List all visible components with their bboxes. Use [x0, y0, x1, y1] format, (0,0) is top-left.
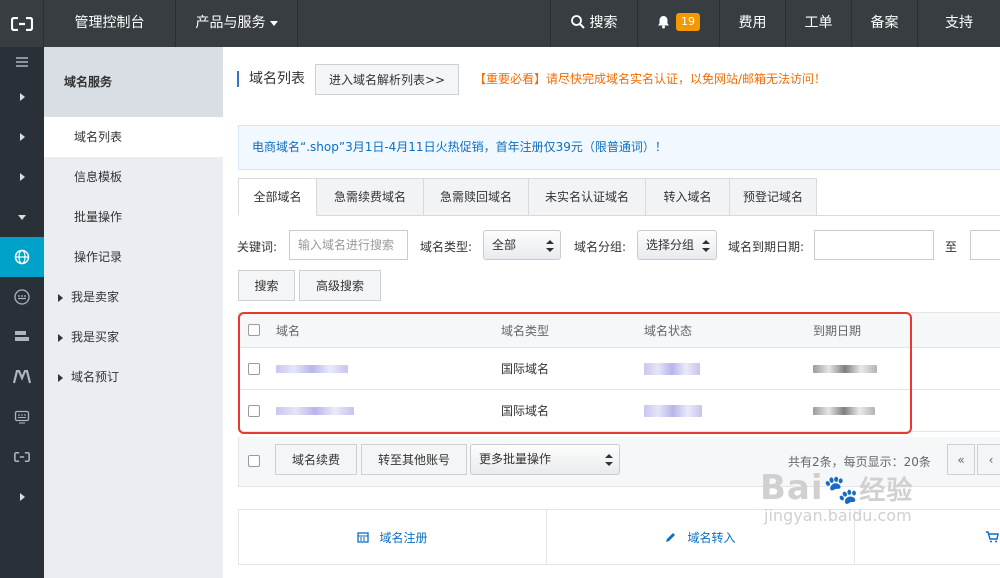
- beian-link[interactable]: 备案: [852, 0, 918, 47]
- rail-expand-4[interactable]: [0, 477, 44, 517]
- batch-select-value: 更多批量操作: [479, 452, 552, 466]
- tab-redeem[interactable]: 急需赎回域名: [423, 178, 529, 216]
- keyword-input[interactable]: 输入域名进行搜索: [289, 230, 408, 260]
- sidebar-title: 域名服务: [44, 47, 223, 117]
- pencil-icon: [666, 533, 676, 542]
- caret-right-icon: [19, 173, 25, 181]
- domain-tabs: 全部域名 急需续费域名 急需赎回域名 未实名认证域名 转入域名 预登记域名: [238, 178, 1000, 216]
- advanced-search-button[interactable]: 高级搜索: [299, 270, 381, 301]
- rail-expand-1[interactable]: [0, 77, 44, 117]
- sidebar-item-batch[interactable]: 批量操作: [44, 197, 223, 237]
- caret-right-icon: [19, 133, 25, 141]
- rail-host[interactable]: [0, 317, 44, 357]
- monitor-icon: [14, 410, 30, 424]
- caret-right-icon: [19, 93, 25, 101]
- expire-end-input[interactable]: [970, 230, 1000, 260]
- icon-rail: [0, 47, 44, 578]
- type-select-value: 全部: [492, 238, 517, 252]
- notification-count-badge: 19: [676, 13, 700, 31]
- type-select[interactable]: 全部: [483, 230, 561, 260]
- aliyun-icon: [14, 452, 30, 462]
- caret-right-icon: [19, 493, 25, 501]
- expire-label: 域名到期日期:: [728, 240, 805, 254]
- keyword-label: 关键词:: [237, 240, 278, 254]
- tab-transfer-in[interactable]: 转入域名: [645, 178, 730, 216]
- dns-list-button[interactable]: 进入域名解析列表>>: [315, 64, 459, 95]
- ticket-link[interactable]: 工单: [786, 0, 852, 47]
- console-link[interactable]: 管理控制台: [44, 0, 176, 47]
- menu-toggle-icon[interactable]: [0, 47, 44, 77]
- sidebar-item-booking[interactable]: 域名预订: [44, 357, 223, 397]
- sidebar-item-label: 域名预订: [71, 370, 120, 384]
- notifications-button[interactable]: 19: [638, 0, 720, 47]
- search-button[interactable]: 搜索: [550, 0, 638, 47]
- transfer-account-button[interactable]: 转至其他账号: [361, 444, 467, 475]
- aliyun-logo-icon[interactable]: [0, 0, 44, 47]
- sidebar-item-logs[interactable]: 操作记录: [44, 237, 223, 277]
- type-label: 域名类型:: [420, 240, 473, 254]
- support-link[interactable]: 支持: [918, 0, 1000, 47]
- sidebar-item-domain-list[interactable]: 域名列表: [44, 117, 223, 157]
- rail-expand-3[interactable]: [0, 157, 44, 197]
- caret-right-icon: [58, 333, 63, 342]
- register-domain-button[interactable]: 域名注册: [239, 510, 547, 564]
- dns-icon: [14, 289, 30, 305]
- rail-mail[interactable]: [0, 357, 44, 397]
- renew-button[interactable]: 域名续费: [275, 444, 357, 475]
- chevron-down-icon: [269, 20, 278, 26]
- server-icon: [15, 331, 29, 341]
- transfer-in-label: 域名转入: [687, 530, 736, 545]
- baidu-jingyan-watermark: Bai🐾经验 jingyan.baidu.com: [760, 468, 914, 525]
- sidebar-item-seller[interactable]: 我是卖家: [44, 277, 223, 317]
- group-label: 域名分组:: [574, 240, 627, 254]
- sidebar-item-templates[interactable]: 信息模板: [44, 157, 223, 197]
- search-submit-button[interactable]: 搜索: [238, 270, 295, 301]
- prev-page-button[interactable]: ‹: [977, 444, 1000, 475]
- calendar-icon: [357, 532, 370, 543]
- realname-warning[interactable]: 【重要必看】请尽快完成域名实名认证，以免网站/邮箱无法访问！: [474, 70, 826, 87]
- rail-monitor[interactable]: [0, 397, 44, 437]
- to-label: 至: [945, 240, 958, 254]
- globe-icon: [14, 249, 30, 265]
- page-title: 域名列表: [237, 71, 305, 87]
- caret-right-icon: [58, 373, 63, 382]
- tab-unverified[interactable]: 未实名认证域名: [528, 178, 646, 216]
- search-icon: [570, 15, 585, 29]
- caret-down-icon: [18, 214, 26, 220]
- products-menu[interactable]: 产品与服务: [176, 0, 298, 47]
- search-label: 搜索: [589, 15, 618, 31]
- sidebar-item-buyer[interactable]: 我是买家: [44, 317, 223, 357]
- caret-right-icon: [58, 293, 63, 302]
- rail-domain[interactable]: [0, 237, 44, 277]
- expire-start-input[interactable]: [814, 230, 934, 260]
- tab-all[interactable]: 全部域名: [238, 178, 317, 216]
- top-bar: 管理控制台 产品与服务 搜索 19 费用 工单 备案 支持: [0, 0, 1000, 47]
- first-page-button[interactable]: «: [947, 444, 975, 475]
- sidebar-item-label: 我是买家: [71, 330, 120, 344]
- bell-icon: [658, 16, 669, 29]
- checkbox-icon: [248, 455, 260, 467]
- promo-banner[interactable]: 电商域名“.shop”3月1日-4月11日火热促销，首年注册仅39元（限普通词）…: [238, 125, 1000, 170]
- fee-link[interactable]: 费用: [720, 0, 786, 47]
- domain-sidebar: 域名服务 域名列表 信息模板 批量操作 操作记录 我是卖家 我是买家 域名预订: [44, 47, 223, 578]
- m-logo-icon: [13, 370, 31, 384]
- tab-preregister[interactable]: 预登记域名: [729, 178, 817, 216]
- rail-collapse[interactable]: [0, 197, 44, 237]
- batch-actions-select[interactable]: 更多批量操作: [470, 444, 620, 475]
- products-menu-label: 产品与服务: [195, 15, 266, 31]
- register-label: 域名注册: [379, 530, 428, 545]
- sidebar-item-label: 我是卖家: [71, 290, 120, 304]
- footer-select-all-checkbox[interactable]: [248, 437, 260, 485]
- highlight-box: [238, 312, 912, 434]
- select-arrows-icon: [702, 240, 710, 252]
- rail-aliyun[interactable]: [0, 437, 44, 477]
- tab-renew[interactable]: 急需续费域名: [316, 178, 424, 216]
- rail-dns[interactable]: [0, 277, 44, 317]
- select-arrows-icon: [605, 454, 613, 466]
- group-select[interactable]: 选择分组: [637, 230, 717, 260]
- select-arrows-icon: [546, 240, 554, 252]
- rail-expand-2[interactable]: [0, 117, 44, 157]
- cart-icon: [986, 531, 999, 543]
- group-select-value: 选择分组: [646, 238, 695, 252]
